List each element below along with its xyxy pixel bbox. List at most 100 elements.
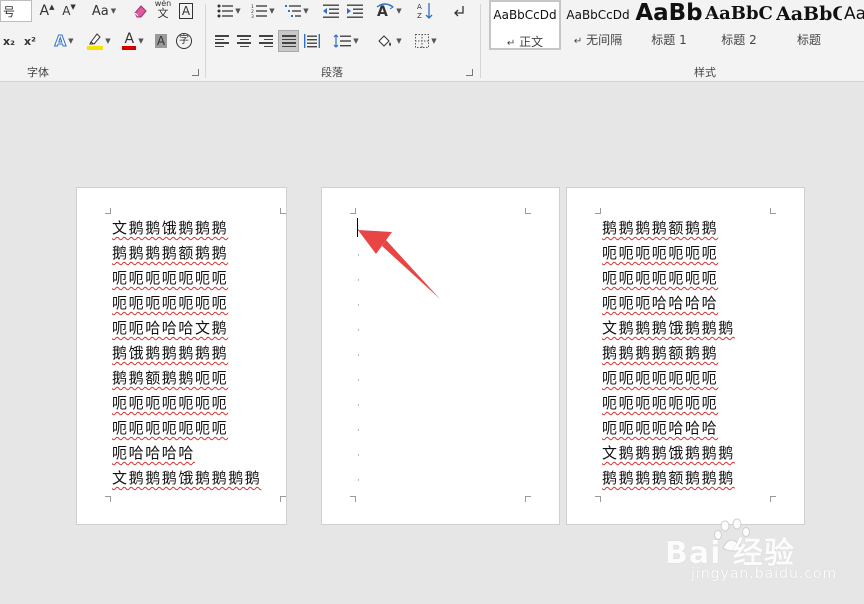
- increase-indent-button[interactable]: [344, 0, 366, 22]
- align-center-icon: [237, 35, 251, 47]
- text-line[interactable]: 鹅鹅鹅鹅额鹅鹅: [112, 243, 228, 263]
- text-line[interactable]: 鹅鹅鹅鹅额鹅鹅: [602, 343, 718, 363]
- margin-corner-mark: [525, 208, 531, 214]
- multilevel-list-button[interactable]: ▼: [282, 0, 312, 22]
- style-no-spacing[interactable]: AaBbCcDd ↵ 无间隔: [562, 0, 634, 50]
- justify-button[interactable]: [278, 30, 299, 52]
- paragraph-mark: ·: [357, 251, 360, 261]
- superscript-icon: x²: [24, 34, 36, 48]
- style-title[interactable]: AaBbC 标题: [776, 0, 842, 50]
- subscript-button[interactable]: x₂: [0, 30, 18, 52]
- highlight-button[interactable]: ▼: [84, 30, 114, 52]
- text-line[interactable]: 鹅鹅额鹅鹅呃呃: [112, 368, 228, 388]
- style-subtitle[interactable]: AaB: [844, 0, 864, 50]
- text-line[interactable]: 鹅鹅鹅鹅额鹅鹅鹅: [602, 468, 735, 488]
- clear-format-button[interactable]: [130, 0, 150, 22]
- borders-button[interactable]: ▼: [410, 30, 442, 52]
- text-line[interactable]: 呃呃呃呃呃呃呃: [602, 393, 718, 413]
- style-name-text: 正文: [519, 35, 544, 49]
- margin-corner-mark: [595, 208, 601, 214]
- margin-corner-mark: [105, 208, 111, 214]
- paragraph-dialog-launcher[interactable]: [466, 69, 473, 76]
- pilcrow-return-icon: [454, 6, 464, 17]
- subscript-icon: x₂: [3, 34, 15, 48]
- decrease-indent-button[interactable]: [320, 0, 342, 22]
- text-line[interactable]: 呃呃呃哈哈哈哈: [602, 293, 718, 313]
- grow-font-button[interactable]: A ▲: [37, 0, 57, 22]
- numbering-icon: 123: [251, 4, 268, 18]
- highlighter-icon: [87, 32, 104, 50]
- text-line[interactable]: 文鹅鹅鹅饿鹅鹅鹅鹅: [112, 468, 261, 488]
- text-effects-button[interactable]: A ▼: [50, 30, 78, 52]
- style-name-text: 标题 1: [651, 33, 687, 47]
- style-sample: AaBbCcDd: [493, 8, 557, 22]
- bullets-button[interactable]: ▼: [214, 0, 244, 22]
- shrink-font-button[interactable]: A ▼: [59, 0, 79, 22]
- superscript-button[interactable]: x²: [20, 30, 40, 52]
- text-line[interactable]: 呃呃呃呃哈哈哈: [602, 418, 718, 438]
- align-center-button[interactable]: [234, 30, 254, 52]
- page-left[interactable]: 文鹅鹅饿鹅鹅鹅 鹅鹅鹅鹅额鹅鹅 呃呃呃呃呃呃呃 呃呃呃呃呃呃呃 呃呃哈哈哈文鹅 鹅饿鹅鹅鹅…: [76, 187, 287, 525]
- font-color-button[interactable]: A ▼: [118, 30, 148, 52]
- align-right-icon: [259, 35, 273, 47]
- text-line[interactable]: 呃呃呃呃呃呃呃: [112, 268, 228, 288]
- text-line[interactable]: 文鹅鹅鹅饿鹅鹅鹅: [602, 443, 735, 463]
- margin-corner-mark: [525, 496, 531, 502]
- text-line[interactable]: 鹅饿鹅鹅鹅鹅鹅: [112, 343, 228, 363]
- text-line[interactable]: 呃呃呃呃呃呃呃: [112, 393, 228, 413]
- font-size-value: 号: [3, 4, 16, 19]
- line-spacing-button[interactable]: ▼: [330, 30, 362, 52]
- numbering-button[interactable]: 1 2 3 ▼: [248, 0, 278, 22]
- paragraph-mark: ·: [357, 476, 360, 486]
- phonetic-guide-button[interactable]: wén 文: [152, 0, 174, 20]
- char-border-icon: A: [178, 3, 194, 19]
- distributed-button[interactable]: [302, 30, 322, 52]
- page-right[interactable]: 鹅鹅鹅鹅额鹅鹅 呃呃呃呃呃呃呃 呃呃呃呃呃呃呃 呃呃呃哈哈哈哈 文鹅鹅鹅饿鹅鹅鹅 鹅鹅鹅鹅…: [566, 187, 805, 525]
- text-line[interactable]: 呃呃呃呃呃呃呃: [112, 293, 228, 313]
- text-line[interactable]: 鹅鹅鹅鹅额鹅鹅: [602, 218, 718, 238]
- text-line[interactable]: 呃呃呃呃呃呃呃: [602, 268, 718, 288]
- margin-corner-mark: [770, 496, 776, 502]
- style-heading-2[interactable]: AaBbC 标题 2: [704, 0, 774, 50]
- text-line[interactable]: 文鹅鹅鹅饿鹅鹅鹅: [602, 318, 735, 338]
- paragraph-mark: ·: [357, 401, 360, 411]
- margin-corner-mark: [350, 496, 356, 502]
- margin-corner-mark: [770, 208, 776, 214]
- paragraph-group-label: 段落: [321, 66, 343, 79]
- align-left-button[interactable]: [212, 30, 232, 52]
- font-group-label: 字体: [27, 66, 49, 79]
- baidu-watermark: Bai 经验 jingyan.baidu.com: [655, 512, 855, 592]
- bullets-icon: [217, 4, 234, 18]
- paint-bucket-icon: [378, 35, 392, 47]
- char-border-button[interactable]: A: [176, 0, 196, 22]
- style-heading-1[interactable]: AaBb 标题 1: [634, 0, 704, 50]
- text-line[interactable]: 呃呃呃呃呃呃呃: [602, 243, 718, 263]
- font-dialog-launcher[interactable]: [192, 69, 199, 76]
- char-shading-button[interactable]: A: [152, 30, 170, 52]
- sort-button[interactable]: AZ: [414, 0, 436, 22]
- chinese-layout-button[interactable]: A ▼: [374, 0, 404, 22]
- show-formatting-marks-button[interactable]: [448, 0, 470, 22]
- paragraph-mark: ·: [357, 376, 360, 386]
- text-line[interactable]: 呃呃呃呃呃呃呃: [602, 368, 718, 388]
- sort-icon: AZ: [417, 3, 433, 20]
- paragraph-mark: ·: [357, 351, 360, 361]
- svg-text:A: A: [417, 3, 422, 11]
- text-line[interactable]: 呃呃呃呃呃呃呃: [112, 418, 228, 438]
- align-right-button[interactable]: [256, 30, 276, 52]
- page-middle[interactable]: · · · · · · · · · · ·: [321, 187, 560, 525]
- grow-font-icon: A: [39, 3, 50, 19]
- shading-button[interactable]: ▼: [372, 30, 406, 52]
- style-normal[interactable]: AaBbCcDd ↵ 正文: [489, 0, 561, 50]
- font-size-box[interactable]: 号: [0, 0, 32, 22]
- text-line[interactable]: 呃呃哈哈哈文鹅: [112, 318, 228, 338]
- eraser-icon: [134, 5, 147, 18]
- text-cursor: [357, 218, 358, 237]
- text-line[interactable]: 呃哈哈哈哈: [112, 443, 195, 463]
- style-sample: AaBbCcDd: [566, 8, 630, 22]
- style-name-text: 标题: [796, 33, 821, 47]
- change-case-button[interactable]: Aa ▼: [88, 0, 120, 22]
- enclose-char-button[interactable]: 字: [174, 30, 194, 52]
- text-line[interactable]: 文鹅鹅饿鹅鹅鹅: [112, 218, 228, 238]
- style-name: ↵ 无间隔: [562, 31, 634, 48]
